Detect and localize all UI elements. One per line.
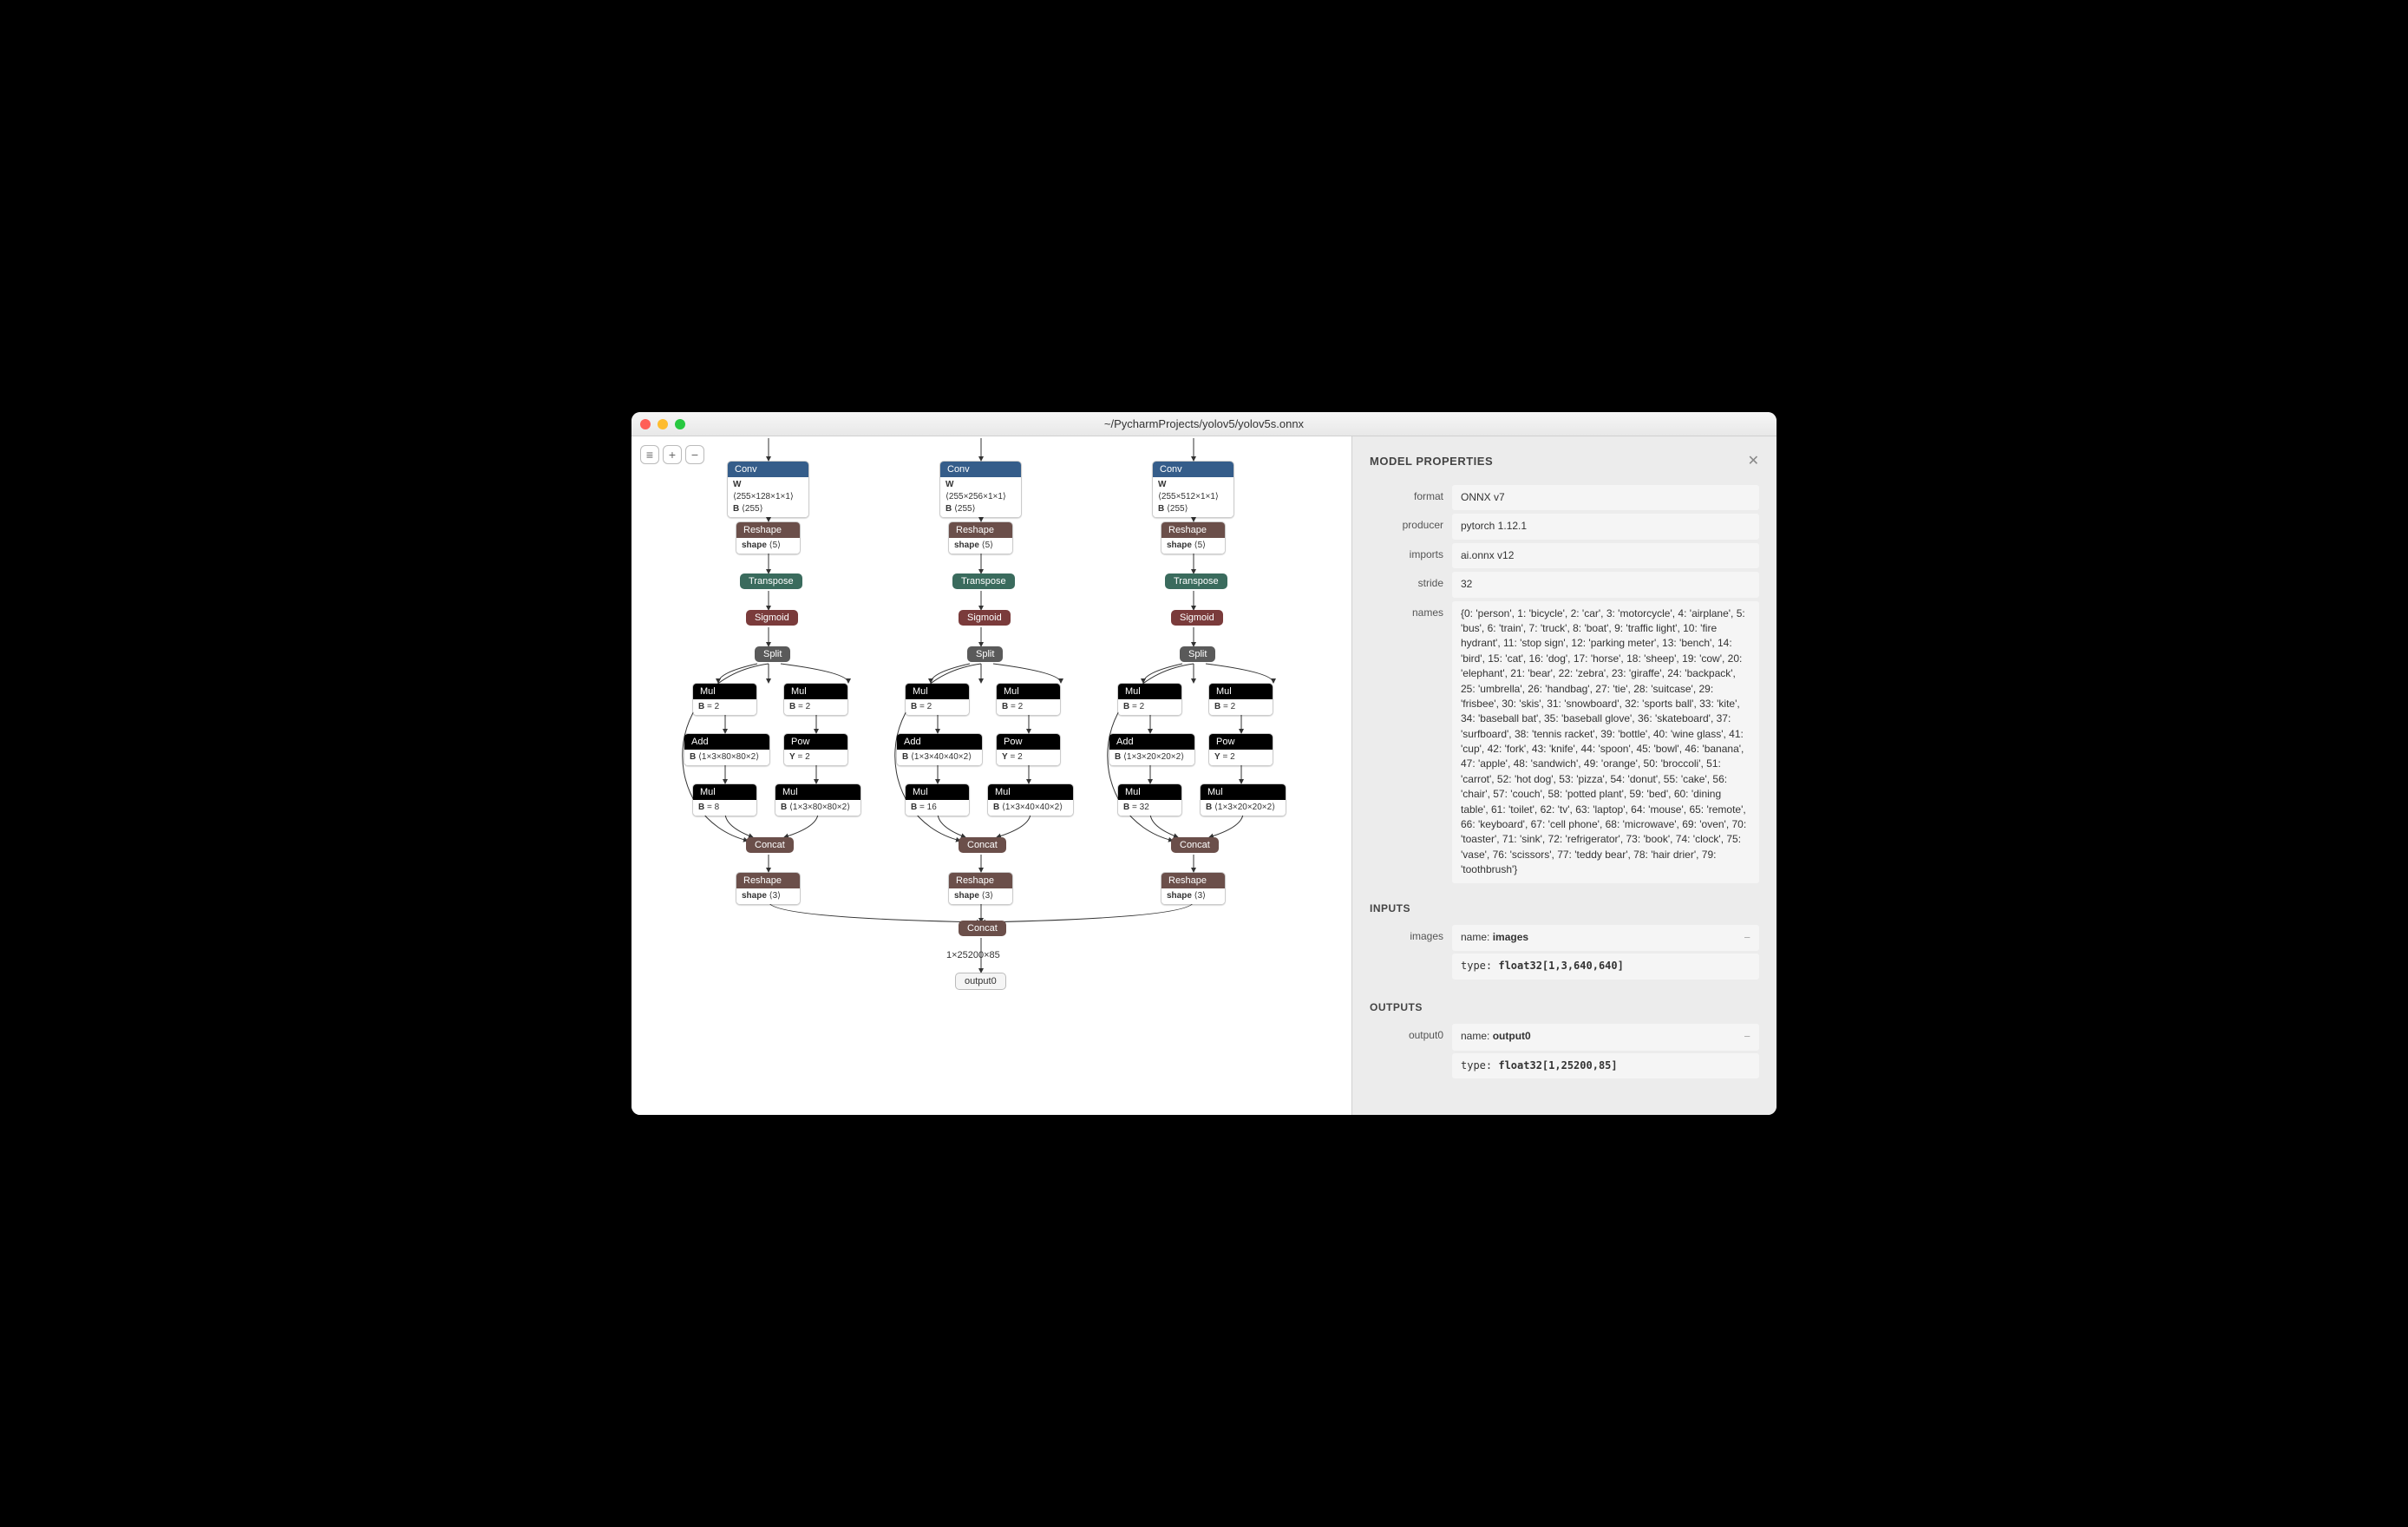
- prop-label-stride: stride: [1370, 572, 1452, 597]
- prop-value-producer: pytorch 1.12.1: [1452, 514, 1759, 539]
- collapse-icon[interactable]: −: [1744, 1029, 1750, 1045]
- app-window: ~/PycharmProjects/yolov5/yolov5s.onnx ≡ …: [631, 412, 1777, 1115]
- node-concat[interactable]: Concat: [959, 921, 1006, 936]
- node-conv[interactable]: ConvW ⟨255×256×1×1⟩B ⟨255⟩: [939, 461, 1022, 518]
- graph-canvas[interactable]: ≡ + − ConvW ⟨255×128×1×1⟩B ⟨255⟩Reshapes…: [631, 436, 1351, 1115]
- node-mul[interactable]: MulB = 2: [905, 683, 970, 716]
- close-sidebar-icon[interactable]: ✕: [1748, 452, 1759, 469]
- node-reshape[interactable]: Reshapeshape ⟨3⟩: [948, 872, 1013, 905]
- node-reshape[interactable]: Reshapeshape ⟨5⟩: [1161, 521, 1226, 554]
- node-reshape[interactable]: Reshapeshape ⟨5⟩: [948, 521, 1013, 554]
- node-split[interactable]: Split: [967, 646, 1003, 662]
- menu-icon[interactable]: ≡: [640, 445, 659, 464]
- node-add[interactable]: AddB ⟨1×3×20×20×2⟩: [1109, 733, 1195, 766]
- output-name: name: output0 −: [1452, 1024, 1759, 1051]
- titlebar: ~/PycharmProjects/yolov5/yolov5s.onnx: [631, 412, 1777, 436]
- node-mul[interactable]: MulB ⟨1×3×80×80×2⟩: [775, 783, 861, 816]
- prop-value-format: ONNX v7: [1452, 485, 1759, 510]
- node-mul[interactable]: MulB = 2: [996, 683, 1061, 716]
- node-mul[interactable]: MulB = 16: [905, 783, 970, 816]
- prop-label-names: names: [1370, 601, 1452, 883]
- output-label: output0: [1370, 1024, 1452, 1081]
- node-concat[interactable]: Concat: [746, 837, 794, 853]
- prop-label-format: format: [1370, 485, 1452, 510]
- node-concat[interactable]: Concat: [959, 837, 1006, 853]
- output-type: type: float32[1,25200,85]: [1452, 1053, 1759, 1078]
- node-pow[interactable]: PowY = 2: [996, 733, 1061, 766]
- zoom-out-icon[interactable]: −: [685, 445, 704, 464]
- node-split[interactable]: Split: [1180, 646, 1215, 662]
- node-conv[interactable]: ConvW ⟨255×512×1×1⟩B ⟨255⟩: [1152, 461, 1234, 518]
- node-add[interactable]: AddB ⟨1×3×40×40×2⟩: [896, 733, 983, 766]
- window-title: ~/PycharmProjects/yolov5/yolov5s.onnx: [631, 417, 1777, 430]
- node-reshape[interactable]: Reshapeshape ⟨3⟩: [736, 872, 801, 905]
- output-shape-label: 1×25200×85: [946, 950, 1000, 960]
- sidebar: MODEL PROPERTIES ✕ format ONNX v7 produc…: [1351, 436, 1777, 1115]
- node-concat[interactable]: Concat: [1171, 837, 1219, 853]
- node-mul[interactable]: MulB = 32: [1117, 783, 1182, 816]
- prop-label-imports: imports: [1370, 543, 1452, 568]
- sidebar-title: MODEL PROPERTIES: [1370, 455, 1493, 468]
- node-sigmoid[interactable]: Sigmoid: [1171, 610, 1223, 626]
- input-type: type: float32[1,3,640,640]: [1452, 954, 1759, 979]
- node-transpose[interactable]: Transpose: [740, 573, 802, 589]
- node-transpose[interactable]: Transpose: [952, 573, 1015, 589]
- prop-value-stride: 32: [1452, 572, 1759, 597]
- node-mul[interactable]: MulB = 8: [692, 783, 757, 816]
- node-add[interactable]: AddB ⟨1×3×80×80×2⟩: [684, 733, 770, 766]
- node-mul[interactable]: MulB = 2: [692, 683, 757, 716]
- toolbar: ≡ + −: [640, 445, 704, 464]
- output-node[interactable]: output0: [955, 973, 1006, 990]
- input-label: images: [1370, 925, 1452, 982]
- collapse-icon[interactable]: −: [1744, 930, 1750, 947]
- content: ≡ + − ConvW ⟨255×128×1×1⟩B ⟨255⟩Reshapes…: [631, 436, 1777, 1115]
- input-name: name: images −: [1452, 925, 1759, 952]
- node-mul[interactable]: MulB ⟨1×3×20×20×2⟩: [1200, 783, 1286, 816]
- node-reshape[interactable]: Reshapeshape ⟨3⟩: [1161, 872, 1226, 905]
- node-split[interactable]: Split: [755, 646, 790, 662]
- graph-nodes: ConvW ⟨255×128×1×1⟩B ⟨255⟩Reshapeshape ⟨…: [631, 436, 1351, 1115]
- node-mul[interactable]: MulB = 2: [783, 683, 848, 716]
- node-pow[interactable]: PowY = 2: [783, 733, 848, 766]
- node-conv[interactable]: ConvW ⟨255×128×1×1⟩B ⟨255⟩: [727, 461, 809, 518]
- zoom-in-icon[interactable]: +: [663, 445, 682, 464]
- node-mul[interactable]: MulB = 2: [1208, 683, 1273, 716]
- node-transpose[interactable]: Transpose: [1165, 573, 1227, 589]
- outputs-heading: OUTPUTS: [1370, 1001, 1759, 1013]
- prop-value-imports: ai.onnx v12: [1452, 543, 1759, 568]
- inputs-heading: INPUTS: [1370, 902, 1759, 914]
- node-mul[interactable]: MulB ⟨1×3×40×40×2⟩: [987, 783, 1074, 816]
- node-sigmoid[interactable]: Sigmoid: [959, 610, 1011, 626]
- node-mul[interactable]: MulB = 2: [1117, 683, 1182, 716]
- prop-label-producer: producer: [1370, 514, 1452, 539]
- node-pow[interactable]: PowY = 2: [1208, 733, 1273, 766]
- node-sigmoid[interactable]: Sigmoid: [746, 610, 798, 626]
- prop-value-names: {0: 'person', 1: 'bicycle', 2: 'car', 3:…: [1452, 601, 1759, 883]
- node-reshape[interactable]: Reshapeshape ⟨5⟩: [736, 521, 801, 554]
